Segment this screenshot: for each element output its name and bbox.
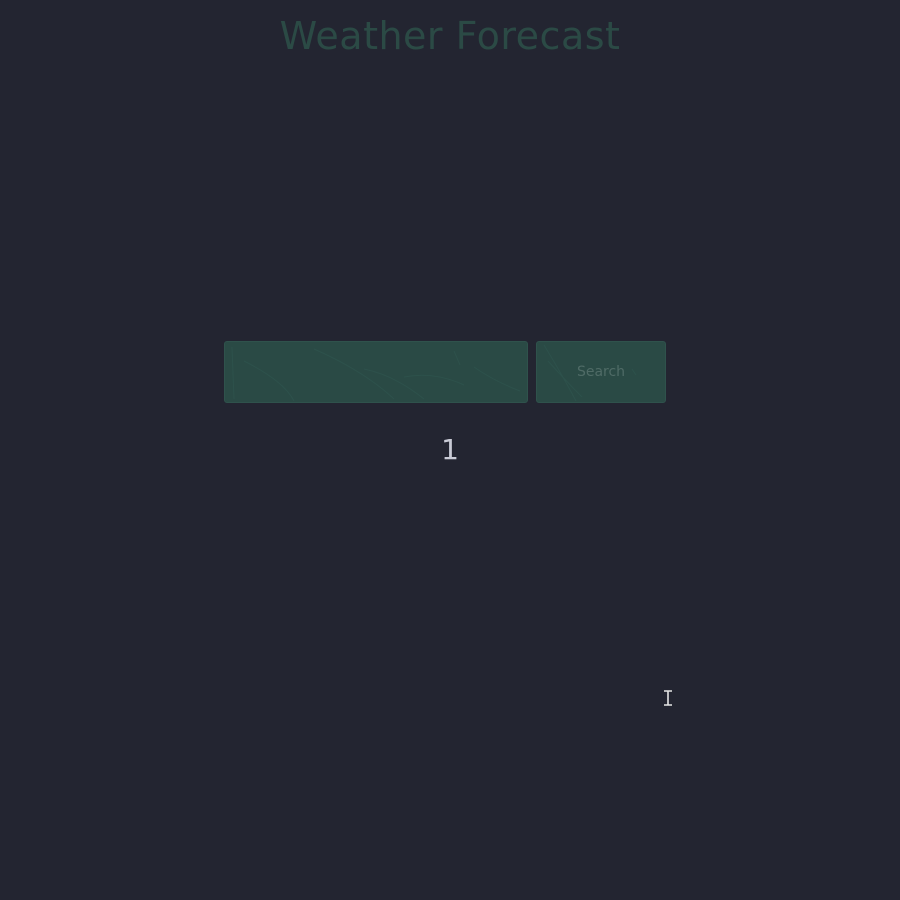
page-title: Weather Forecast	[279, 14, 621, 58]
search-bar: Search	[224, 341, 672, 706]
search-input[interactable]	[224, 341, 528, 403]
search-button[interactable]: Search	[536, 341, 666, 403]
page-number: 1	[441, 433, 459, 466]
text-cursor-icon	[664, 690, 672, 706]
weather-forecast-page: Weather Forecast Search 1	[0, 0, 900, 900]
